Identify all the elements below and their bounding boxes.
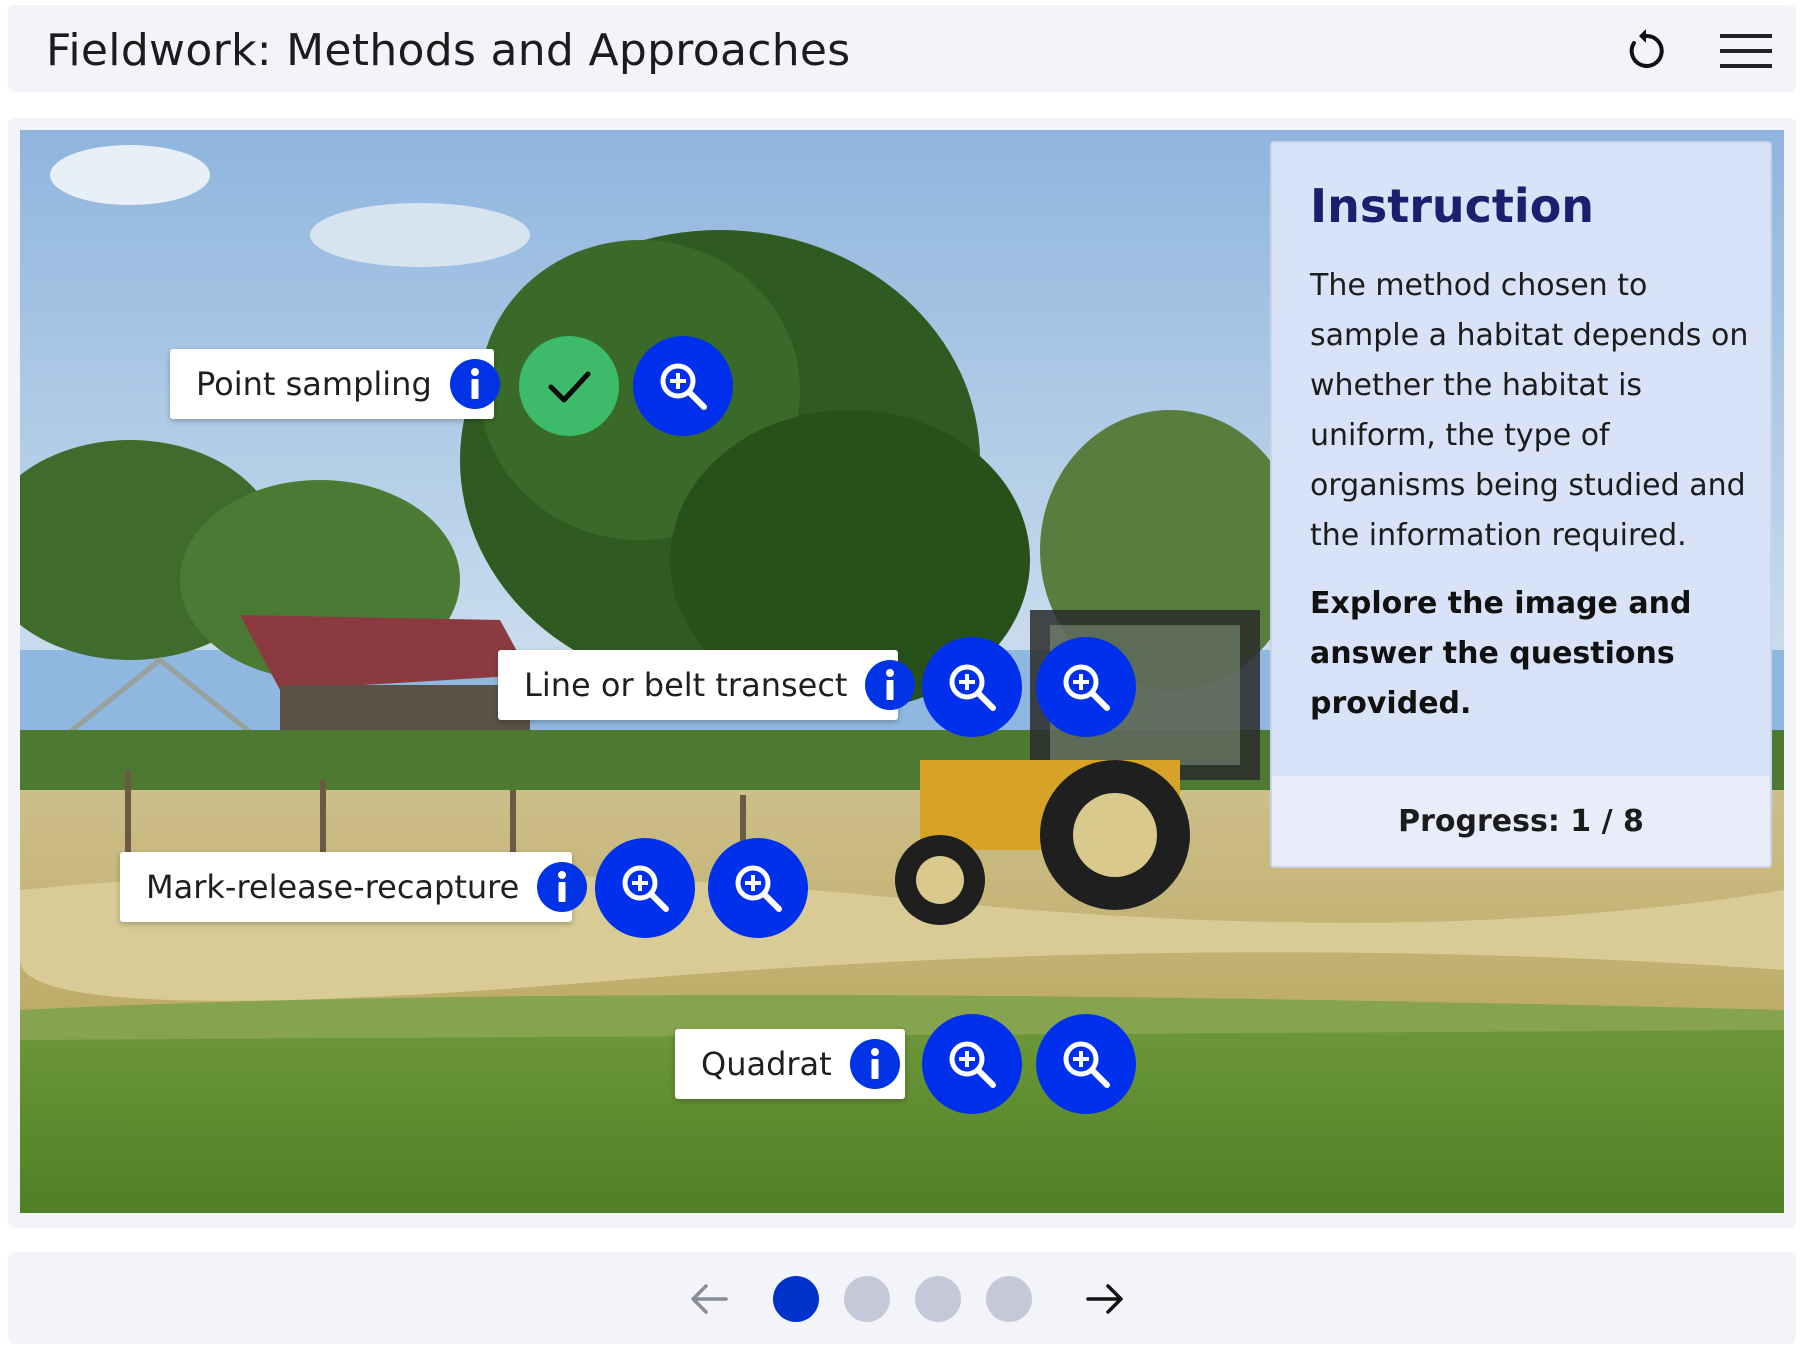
info-button[interactable] [849, 1039, 900, 1089]
scene-container: Point sampling Line or belt transect Mar… [20, 130, 1784, 1213]
completed-check-button[interactable] [519, 336, 619, 436]
previous-button[interactable] [684, 1274, 734, 1324]
info-icon [558, 871, 567, 902]
hotspot-label-text: Line or belt transect [524, 666, 848, 704]
app-header: Fieldwork: Methods and Approaches [8, 5, 1796, 92]
page-dot-2[interactable] [844, 1276, 890, 1322]
zoom-button-quadrat-1[interactable] [922, 1014, 1022, 1114]
instruction-emphasis: Explore the image and answer the questio… [1310, 586, 1692, 721]
info-button[interactable] [537, 862, 588, 912]
arrow-right-icon [1086, 1284, 1123, 1314]
page-dot-4[interactable] [986, 1276, 1032, 1322]
reset-button[interactable] [1620, 25, 1672, 77]
zoom-in-icon [1063, 664, 1110, 711]
zoom-in-icon [949, 1041, 996, 1088]
activity-stage: Point sampling Line or belt transect Mar… [8, 118, 1796, 1228]
zoom-button-mrr-2[interactable] [708, 838, 808, 938]
reset-icon [1629, 29, 1664, 68]
hotspot-label-line-belt-transect: Line or belt transect [498, 650, 916, 720]
info-icon [886, 669, 895, 700]
page-dot-1[interactable] [773, 1276, 819, 1322]
hotspot-label-text: Mark-release-recapture [146, 868, 520, 906]
zoom-in-icon [660, 363, 707, 410]
pagination-bar [8, 1252, 1796, 1344]
zoom-button-transect-2[interactable] [1036, 637, 1136, 737]
info-icon [870, 1048, 879, 1079]
zoom-button-mrr-1[interactable] [595, 838, 695, 938]
arrow-left-icon [691, 1284, 728, 1314]
hamburger-menu-icon [1720, 34, 1772, 68]
zoom-button-quadrat-2[interactable] [1036, 1014, 1136, 1114]
hotspot-label-mark-release-recapture: Mark-release-recapture [120, 852, 588, 922]
next-button[interactable] [1080, 1274, 1130, 1324]
hotspot-label-point-sampling: Point sampling [170, 349, 500, 419]
hotspot-label-quadrat: Quadrat [675, 1029, 905, 1099]
zoom-button-transect-1[interactable] [922, 637, 1022, 737]
page-dot-3[interactable] [915, 1276, 961, 1322]
zoom-in-icon [735, 865, 782, 912]
info-button[interactable] [449, 359, 500, 409]
instruction-body: The method chosen to sample a habitat de… [1310, 268, 1749, 553]
hotspot-label-text: Point sampling [196, 365, 432, 403]
zoom-in-icon [1063, 1041, 1110, 1088]
instruction-title: Instruction [1310, 179, 1595, 233]
menu-button[interactable] [1720, 25, 1772, 77]
page-title: Fieldwork: Methods and Approaches [46, 25, 851, 76]
zoom-button-point-sampling[interactable] [633, 336, 733, 436]
zoom-in-icon [622, 865, 669, 912]
info-icon [470, 368, 479, 399]
check-icon [548, 371, 591, 403]
zoom-in-icon [949, 664, 996, 711]
info-button[interactable] [865, 660, 916, 710]
progress-indicator: Progress: 1 / 8 [1272, 776, 1770, 866]
instruction-panel: Instruction The method chosen to sample … [1270, 141, 1772, 868]
hotspot-label-text: Quadrat [701, 1045, 832, 1083]
